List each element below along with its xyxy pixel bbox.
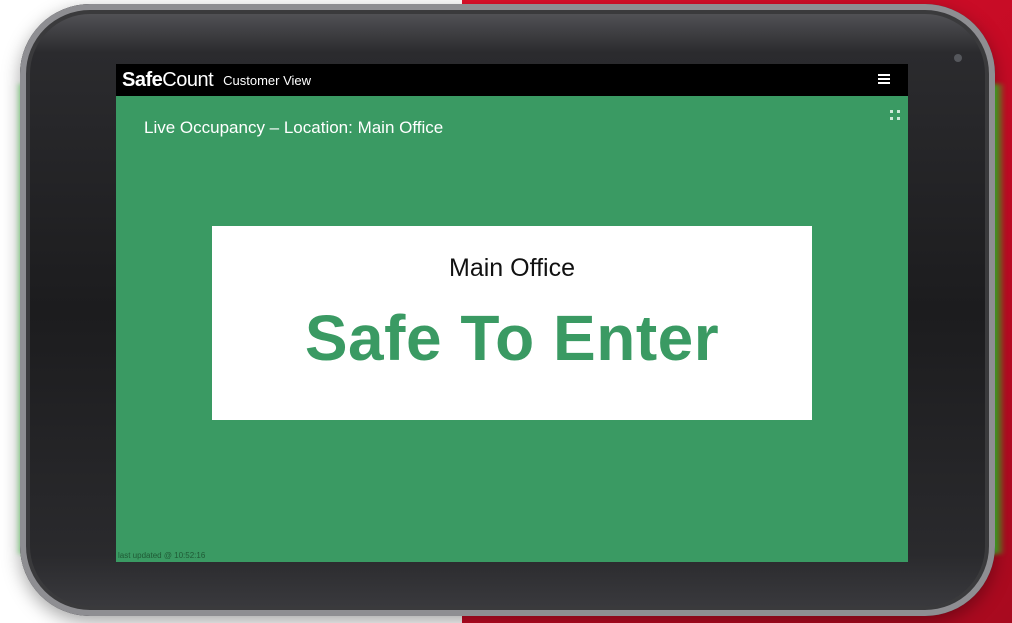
view-label: Customer View (223, 72, 312, 88)
hamburger-menu-icon[interactable] (878, 74, 890, 84)
top-bar: SafeCount Customer View (116, 64, 908, 96)
status-message: Safe To Enter (304, 302, 720, 374)
tablet-screen: SafeCount Customer View Live Occupancy –… (116, 64, 908, 562)
brand-logo: SafeCount (122, 68, 214, 91)
fullscreen-icon[interactable] (890, 110, 900, 120)
last-updated-text: last updated @ 10:52:16 (118, 551, 206, 560)
camera-icon (954, 54, 962, 62)
status-card: Main Office Safe To Enter (212, 226, 812, 420)
live-occupancy-label: Live Occupancy – Location: Main Office (144, 118, 444, 137)
location-name: Main Office (449, 254, 575, 282)
